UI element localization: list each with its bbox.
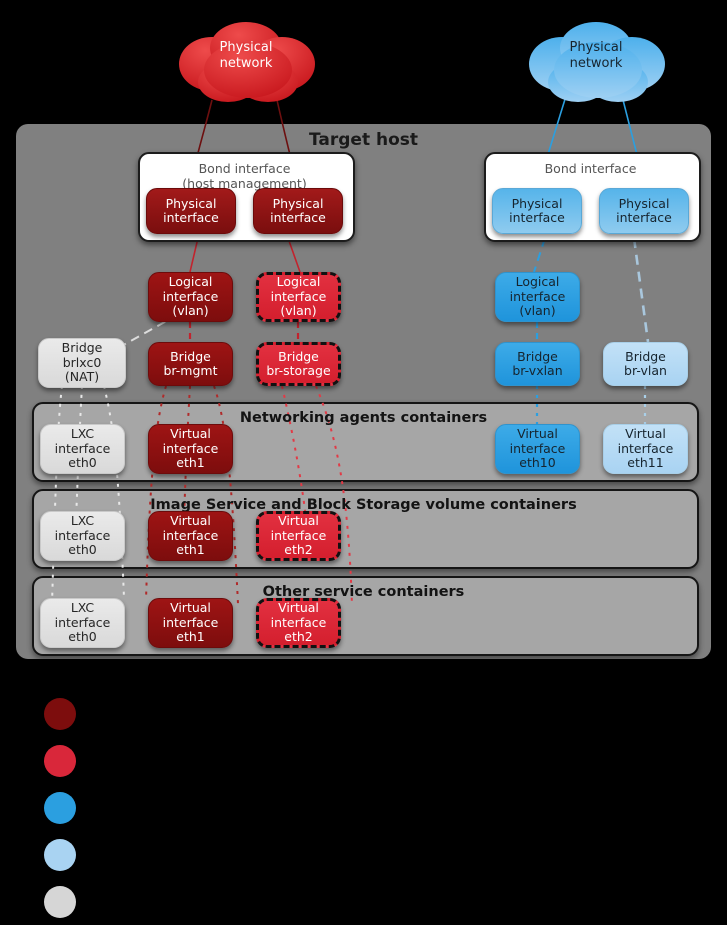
legend: [44, 690, 92, 925]
lxc-interface-eth0-image-service: LXC interface eth0: [40, 511, 125, 561]
physical-interface-red-2: Physical interface: [253, 188, 343, 234]
legend-dot-gray: [44, 885, 76, 918]
virtual-interface-eth11-networking: Virtual interface eth11: [603, 424, 688, 474]
virtual-interface-eth2-image-service: Virtual interface eth2: [256, 511, 341, 561]
bridge-br-vxlan: Bridge br-vxlan: [495, 342, 580, 386]
logical-interface-vlan-vxlan: Logical interface (vlan): [495, 272, 580, 322]
physical-interface-red-1: Physical interface: [146, 188, 236, 234]
cloud-physical-network-blue-label: Physical network: [569, 40, 623, 72]
bridge-br-storage: Bridge br-storage: [256, 342, 341, 386]
bond-interface-right-label: Bond interface: [544, 161, 637, 176]
logical-interface-vlan-storage: Logical interface (vlan): [256, 272, 341, 322]
diagram-canvas: Target host Networking agents containers…: [0, 0, 727, 922]
bond-interface-host-management-label: Bond interface (host management): [182, 161, 307, 191]
physical-interface-blue-1: Physical interface: [492, 188, 582, 234]
legend-dot-light-blue: [44, 838, 76, 871]
virtual-interface-eth1-networking: Virtual interface eth1: [148, 424, 233, 474]
lxc-interface-eth0-other-service: LXC interface eth0: [40, 598, 125, 648]
legend-dot-bright-red: [44, 744, 76, 777]
logical-interface-vlan-mgmt: Logical interface (vlan): [148, 272, 233, 322]
legend-dot-dark-red: [44, 697, 76, 730]
legend-row: [44, 737, 92, 784]
virtual-interface-eth10-networking: Virtual interface eth10: [495, 424, 580, 474]
physical-interface-blue-2: Physical interface: [599, 188, 689, 234]
legend-row: [44, 878, 92, 925]
virtual-interface-eth1-image-service: Virtual interface eth1: [148, 511, 233, 561]
legend-dot-medium-blue: [44, 791, 76, 824]
target-host-title: Target host: [308, 130, 419, 150]
cloud-physical-network-red-label: Physical network: [219, 40, 273, 72]
virtual-interface-eth1-other-service: Virtual interface eth1: [148, 598, 233, 648]
legend-row: [44, 831, 92, 878]
bridge-br-vlan: Bridge br-vlan: [603, 342, 688, 386]
lxc-interface-eth0-networking: LXC interface eth0: [40, 424, 125, 474]
virtual-interface-eth2-other-service: Virtual interface eth2: [256, 598, 341, 648]
bridge-br-mgmt: Bridge br-mgmt: [148, 342, 233, 386]
legend-row: [44, 690, 92, 737]
legend-row: [44, 784, 92, 831]
bridge-brlxc0: Bridge brlxc0 (NAT): [38, 338, 126, 388]
